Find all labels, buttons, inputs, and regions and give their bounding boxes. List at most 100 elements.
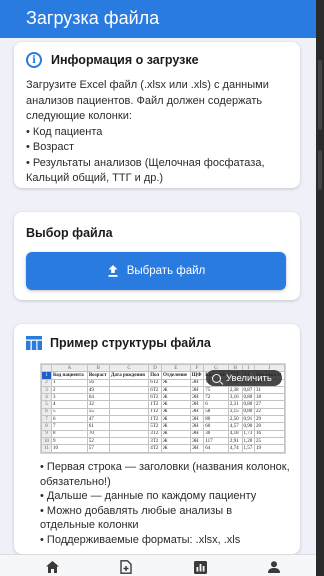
sheet-cell: 6Т2 — [148, 378, 163, 387]
sheet-cell: 3Т2 — [148, 429, 163, 438]
upload-info-text: Загрузите Excel файл (.xlsx или .xls) с … — [26, 79, 269, 122]
format-notes: • Первая строка — заголовки (названия ко… — [40, 460, 290, 547]
sheet-cell: 6Т2 — [148, 385, 163, 395]
nav-profile[interactable] — [266, 559, 282, 575]
sheet-cell: 4 — [51, 400, 88, 409]
sheet-cell: ЭН — [189, 436, 205, 446]
table-icon — [26, 336, 42, 350]
column-letter: C — [108, 364, 150, 373]
sheet-cell: 4Т2 — [148, 444, 163, 453]
format-note-item: • Можно добавлять любые анализы в отдель… — [40, 504, 233, 532]
sheet-cell: 16 — [253, 429, 285, 438]
sheet-cell: 10 — [51, 444, 88, 453]
sheet-cell: 0,91 — [241, 415, 255, 424]
sheet-cell: 2,91 — [227, 436, 243, 446]
sheet-cell: 19 — [253, 444, 285, 453]
nav-home[interactable] — [44, 559, 60, 575]
sheet-cell: 18 — [253, 393, 285, 402]
sheet-cell — [108, 422, 150, 431]
upload-info-title: Информация о загрузке — [51, 53, 199, 67]
file-select-header: Выбор файла — [26, 226, 113, 240]
sheet-row-number: 4 — [41, 393, 52, 402]
sheet-cell: 9 — [51, 436, 88, 446]
required-column-item: • Код пациента — [26, 125, 103, 138]
sheet-cell: ЭН — [189, 407, 205, 417]
sheet-cell: Ж — [161, 444, 191, 453]
sheet-cell: 64 — [86, 393, 110, 402]
format-note-item: • Первая строка — заголовки (названия ко… — [40, 461, 290, 488]
sheet-cell — [108, 436, 150, 446]
sheet-cell: 2,38 — [227, 385, 243, 395]
sheet-cell: 0,80 — [241, 400, 255, 409]
sheet-cell: 75 — [203, 385, 229, 395]
sheet-header-cell: Дата рождения — [108, 371, 150, 380]
sheet-cell: 3,15 — [227, 407, 243, 417]
sheet-cell — [108, 429, 150, 438]
example-structure-title: Пример структуры файла — [50, 336, 211, 350]
column-letter: A — [51, 364, 88, 373]
sheet-cell: 117 — [203, 436, 229, 446]
sheet-cell: 1 — [51, 378, 88, 387]
sheet-cell: ЭН — [189, 378, 205, 387]
app-bar: Загрузка файла — [0, 0, 316, 38]
sheet-header-cell: Код пациента — [51, 371, 88, 380]
sheet-data-row: 7 6 47 1Т2 Ж ЭН 80 2,50 0,91 29 — [41, 415, 285, 424]
sheet-cell — [108, 415, 150, 424]
sheet-row-number: 7 — [41, 415, 52, 424]
device-side-buttons — [316, 0, 324, 576]
sheet-cell: 2,31 — [227, 400, 243, 409]
zoom-button[interactable]: Увеличить — [206, 370, 282, 386]
sheet-header-cell: Пол — [148, 371, 163, 380]
sheet-row-number: 2 — [41, 378, 52, 387]
upload-info-body: Загрузите Excel файл (.xlsx или .xls) с … — [26, 78, 292, 187]
column-letter: F — [189, 364, 205, 373]
sheet-cell: 1,73 — [241, 429, 255, 438]
sheet-cell: 30 — [203, 429, 229, 438]
sheet-cell: 7 — [51, 422, 88, 431]
sheet-cell: 0,90 — [241, 422, 255, 431]
sheet-data-row: 8 7 61 5Т2 Ж ЭН 60 4,57 0,90 20 — [41, 422, 285, 431]
sheet-cell: 47 — [86, 415, 110, 424]
example-structure-header: Пример структуры файла — [26, 336, 211, 350]
sheet-cell: Ж — [161, 385, 191, 395]
sheet-cell — [108, 385, 150, 395]
sheet-cell: 25 — [253, 436, 285, 446]
zoom-label: Увеличить — [226, 372, 272, 384]
upload-icon — [108, 265, 118, 277]
sheet-cell: Ж — [161, 422, 191, 431]
device-frame: Загрузка файла i Информация о загрузке З… — [0, 0, 324, 576]
sheet-cell: 1,20 — [241, 436, 255, 446]
sheet-data-rows: 21566Т2ЖЭН722,400,872432496Т2ЖЭН752,380,… — [41, 378, 285, 453]
file-select-title: Выбор файла — [26, 226, 113, 240]
sheet-cell: 52 — [86, 436, 110, 446]
sheet-cell — [108, 378, 150, 387]
sheet-data-row: 5 4 32 1Т2 Ж ЭН 6 2,31 0,80 27 — [41, 400, 285, 409]
sheet-cell: 20 — [253, 422, 285, 431]
sheet-cell: 22 — [253, 407, 285, 417]
choose-file-button[interactable]: Выбрать файл — [26, 252, 286, 290]
sheet-cell: 4,18 — [227, 429, 243, 438]
sheet-cell: ЭН — [189, 393, 205, 402]
sheet-cell: 4,74 — [227, 444, 243, 453]
sheet-cell: 1Т2 — [148, 407, 163, 417]
sheet-data-row: 4 3 64 6Т2 Ж ЭН 72 3,16 0,80 18 — [41, 393, 285, 402]
sheet-cell: 6 — [51, 415, 88, 424]
sheet-cell — [108, 444, 150, 453]
sheet-cell: 6 — [203, 400, 229, 409]
sheet-cell: 8 — [51, 429, 88, 438]
column-letter: E — [161, 364, 191, 373]
sheet-cell — [108, 393, 150, 402]
sheet-row-number: 5 — [41, 400, 52, 409]
sheet-cell: Ж — [161, 436, 191, 446]
sheet-data-row: 3 2 49 6Т2 Ж ЭН 75 2,38 0,87 31 — [41, 385, 285, 395]
sheet-cell: Ж — [161, 378, 191, 387]
nav-upload[interactable] — [118, 559, 134, 575]
upload-info-card: i Информация о загрузке Загрузите Excel … — [14, 42, 300, 188]
nav-analytics[interactable] — [192, 559, 208, 575]
sheet-cell: 3Т2 — [148, 436, 163, 446]
sheet-cell: 1Т2 — [148, 400, 163, 409]
sheet-cell: 72 — [203, 393, 229, 402]
sheet-data-row: 9 8 70 3Т2 Ж ЭН 30 4,18 1,73 16 — [41, 429, 285, 438]
sheet-cell: 80 — [203, 415, 229, 424]
format-note-item: • Поддерживаемые форматы: .xlsx, .xls — [40, 533, 241, 546]
